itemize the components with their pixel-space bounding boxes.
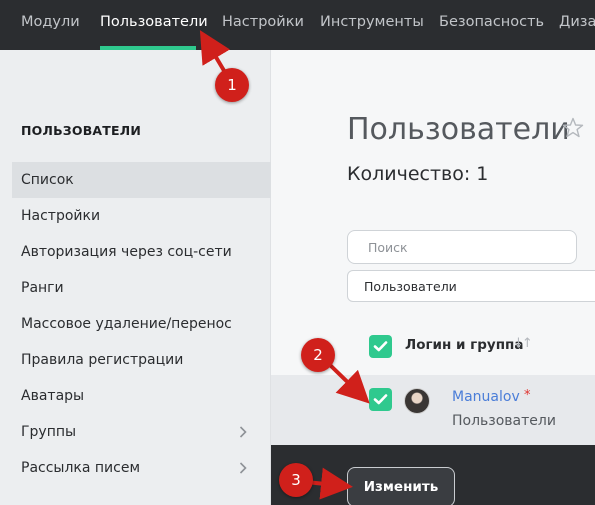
sidebar-item-label: Массовое удаление/перенос xyxy=(21,316,232,332)
user-login-link[interactable]: Manualov xyxy=(452,389,520,405)
sidebar-item-list[interactable]: Список xyxy=(12,162,271,198)
user-group-label: Пользователи xyxy=(452,413,556,429)
avatar xyxy=(404,388,430,414)
star-icon[interactable] xyxy=(561,116,585,140)
sidebar-title: ПОЛЬЗОВАТЕЛИ xyxy=(21,123,142,138)
nav-design[interactable]: Дизайн xyxy=(559,0,595,50)
top-nav: Модули Пользователи Настройки Инструмент… xyxy=(0,0,595,50)
sidebar-item-label: Рассылка писем xyxy=(21,460,141,476)
row-checkbox[interactable] xyxy=(369,388,392,411)
sidebar-item-groups[interactable]: Группы xyxy=(12,414,271,450)
required-mark: * xyxy=(524,388,531,403)
annotation-marker-1: 1 xyxy=(215,68,249,102)
sidebar-item-ranks[interactable]: Ранги xyxy=(12,270,271,306)
group-filter-select[interactable]: Пользователи xyxy=(347,270,595,302)
page-title: Пользователи xyxy=(347,112,570,147)
bottom-action-bar: Изменить xyxy=(271,445,595,505)
sidebar-item-settings[interactable]: Настройки xyxy=(12,198,271,234)
annotation-marker-3: 3 xyxy=(279,463,313,497)
sidebar-item-label: Авторизация через соц-сети xyxy=(21,244,232,260)
sidebar: ПОЛЬЗОВАТЕЛИ Список Настройки Авторизаци… xyxy=(0,50,271,505)
chevron-right-icon xyxy=(239,450,247,499)
sidebar-item-social-auth[interactable]: Авторизация через соц-сети xyxy=(12,234,271,270)
user-count: Количество: 1 xyxy=(347,163,489,185)
table-row: Manualov * Пользователи xyxy=(271,375,595,445)
nav-modules[interactable]: Модули xyxy=(21,0,80,50)
change-button[interactable]: Изменить xyxy=(347,467,455,505)
nav-settings[interactable]: Настройки xyxy=(222,0,304,50)
sidebar-item-label: Ранги xyxy=(21,280,64,296)
nav-users[interactable]: Пользователи xyxy=(100,0,208,50)
column-header-login-group[interactable]: Логин и группа xyxy=(405,337,523,353)
sidebar-item-mailing[interactable]: Рассылка писем xyxy=(12,450,271,486)
sidebar-item-avatars[interactable]: Аватары xyxy=(12,378,271,414)
sidebar-item-label: Аватары xyxy=(21,388,85,404)
sort-icon[interactable]: ↓↑ xyxy=(513,336,533,351)
sidebar-item-label: Правила регистрации xyxy=(21,352,184,368)
sidebar-item-label: Группы xyxy=(21,424,77,440)
sidebar-item-label: Список xyxy=(21,172,74,188)
sidebar-item-mass-delete[interactable]: Массовое удаление/перенос xyxy=(12,306,271,342)
annotation-marker-2: 2 xyxy=(301,338,335,372)
search-input[interactable] xyxy=(347,230,577,264)
sidebar-item-registration-rules[interactable]: Правила регистрации xyxy=(12,342,271,378)
sidebar-item-label: Настройки xyxy=(21,208,101,224)
nav-security[interactable]: Безопасность xyxy=(439,0,544,50)
nav-tools[interactable]: Инструменты xyxy=(320,0,424,50)
select-all-checkbox[interactable] xyxy=(369,335,392,358)
main-content: Пользователи Количество: 1 Пользователи … xyxy=(271,50,595,445)
